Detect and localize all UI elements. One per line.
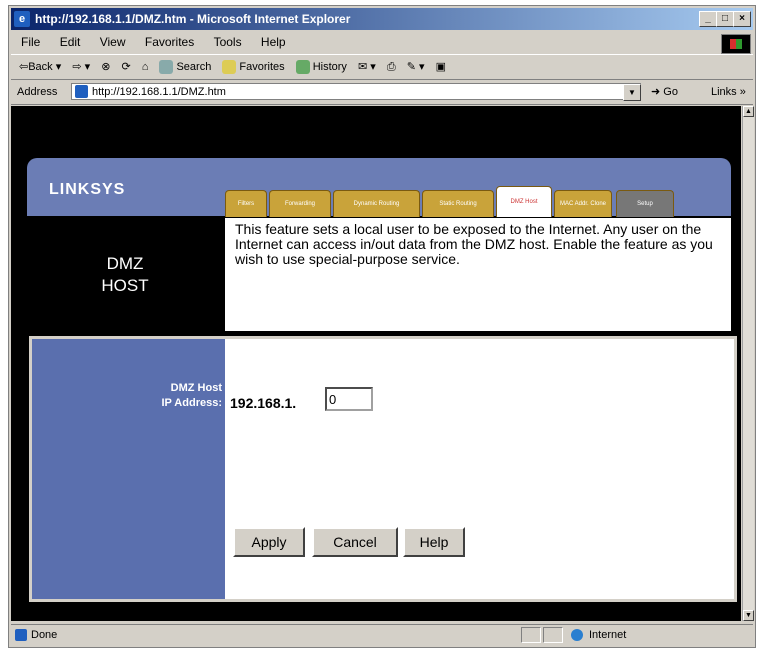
linksys-logo: LINKSYS bbox=[49, 181, 126, 198]
page-viewport: LINKSYS Filters Forwarding Dynamic Routi… bbox=[11, 106, 741, 621]
tab-forwarding[interactable]: Forwarding bbox=[269, 190, 331, 217]
menu-tools[interactable]: Tools bbox=[214, 35, 242, 49]
address-label: Address bbox=[17, 86, 58, 98]
search-icon bbox=[159, 60, 174, 75]
browser-window: e http://192.168.1.1/DMZ.htm - Microsoft… bbox=[8, 5, 756, 648]
window-title: http://192.168.1.1/DMZ.htm - Microsoft I… bbox=[35, 12, 351, 26]
ie-icon: e bbox=[14, 11, 30, 27]
menu-file[interactable]: File bbox=[21, 35, 40, 49]
toolbar: ⇦Back ▾ ⇨ ▾ ⊗ ⟳ ⌂ Search Favorites Histo… bbox=[11, 54, 753, 80]
windows-logo-icon bbox=[721, 34, 751, 54]
stop-icon[interactable]: ⊗ bbox=[101, 55, 110, 79]
menu-view[interactable]: View bbox=[100, 35, 126, 49]
edit-icon[interactable]: ✎ ▾ bbox=[407, 55, 425, 79]
address-input[interactable]: http://192.168.1.1/DMZ.htm bbox=[71, 83, 641, 100]
tab-static-routing[interactable]: Static Routing bbox=[422, 190, 494, 217]
favorites-button[interactable]: Favorites bbox=[222, 55, 285, 79]
mail-icon[interactable]: ✉ ▾ bbox=[358, 55, 376, 79]
back-button[interactable]: ⇦Back ▾ bbox=[19, 55, 61, 79]
apply-button[interactable]: Apply bbox=[233, 527, 305, 557]
status-text: Done bbox=[31, 629, 58, 641]
tab-setup[interactable]: Setup bbox=[616, 190, 674, 217]
dmz-form-frame: DMZ Host IP Address: 192.168.1. Apply Ca… bbox=[29, 336, 737, 602]
refresh-icon[interactable]: ⟳ bbox=[121, 55, 130, 79]
dmz-host-ip-label: DMZ Host IP Address: bbox=[161, 382, 222, 409]
address-url: http://192.168.1.1/DMZ.htm bbox=[92, 86, 226, 98]
status-panel bbox=[521, 627, 541, 643]
favorites-icon bbox=[222, 60, 237, 75]
page-icon bbox=[75, 85, 88, 98]
tab-dynamic-routing[interactable]: Dynamic Routing bbox=[333, 190, 420, 217]
page-done-icon bbox=[15, 629, 27, 641]
menu-favorites[interactable]: Favorites bbox=[145, 35, 194, 49]
history-button[interactable]: History bbox=[295, 55, 347, 79]
scroll-down-icon[interactable]: ▼ bbox=[743, 610, 754, 621]
links-button[interactable]: Links » bbox=[711, 80, 746, 104]
forward-button[interactable]: ⇨ ▾ bbox=[72, 55, 90, 79]
search-button[interactable]: Search bbox=[159, 55, 211, 79]
menu-edit[interactable]: Edit bbox=[60, 35, 81, 49]
discuss-icon[interactable]: ▣ bbox=[436, 55, 446, 79]
address-dropdown-button[interactable]: ▼ bbox=[623, 84, 641, 101]
scroll-up-icon[interactable]: ▲ bbox=[743, 106, 754, 117]
internet-zone-icon bbox=[571, 629, 583, 641]
title-bar: e http://192.168.1.1/DMZ.htm - Microsoft… bbox=[11, 8, 753, 30]
status-panel bbox=[543, 627, 563, 643]
cancel-button[interactable]: Cancel bbox=[312, 527, 398, 557]
vertical-scrollbar[interactable]: ▲ ▼ bbox=[742, 106, 754, 621]
tab-mac-addr-clone[interactable]: MAC Addr. Clone bbox=[554, 190, 612, 217]
section-title: DMZ HOST bbox=[27, 216, 223, 331]
help-button[interactable]: Help bbox=[403, 527, 465, 557]
tab-filters[interactable]: Filters bbox=[225, 190, 267, 217]
form-content: 192.168.1. Apply Cancel Help bbox=[225, 339, 734, 599]
dmz-ip-last-octet-input[interactable] bbox=[325, 387, 373, 411]
menu-bar: File Edit View Favorites Tools Help bbox=[11, 32, 753, 52]
ip-prefix: 192.168.1. bbox=[230, 395, 297, 411]
home-icon[interactable]: ⌂ bbox=[142, 55, 149, 79]
security-zone-text: Internet bbox=[589, 629, 627, 641]
status-bar: Done Internet bbox=[11, 624, 753, 645]
close-button[interactable]: × bbox=[733, 11, 751, 27]
menu-help[interactable]: Help bbox=[261, 35, 286, 49]
maximize-button[interactable]: □ bbox=[716, 11, 734, 27]
tab-dmz-host[interactable]: DMZ Host bbox=[496, 186, 552, 217]
description-text: This feature sets a local user to be exp… bbox=[225, 218, 731, 331]
minimize-button[interactable]: _ bbox=[699, 11, 717, 27]
go-button[interactable]: ➜ Go bbox=[651, 80, 678, 104]
print-icon[interactable]: ⎙ bbox=[387, 55, 396, 79]
history-icon bbox=[295, 60, 310, 75]
address-bar: Address http://192.168.1.1/DMZ.htm ▼ ➜ G… bbox=[11, 80, 753, 105]
